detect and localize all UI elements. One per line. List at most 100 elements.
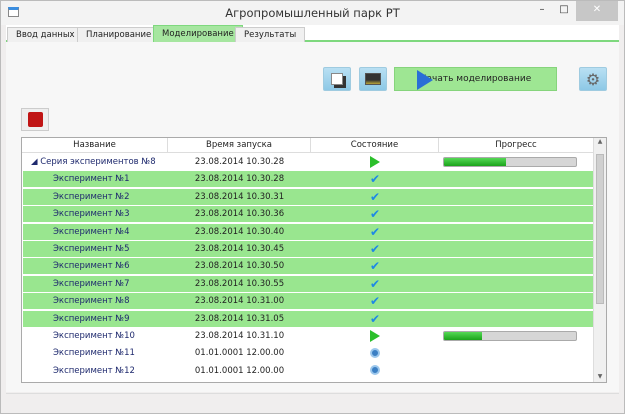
cell-progress xyxy=(443,224,579,240)
check-icon: ✔ xyxy=(369,276,381,291)
settings-button[interactable]: ⚙ xyxy=(579,67,607,91)
close-button[interactable]: ✕ xyxy=(576,1,618,21)
cell-name: Эксперимент №10 xyxy=(53,331,135,341)
check-icon: ✔ xyxy=(369,311,381,326)
cell-name: Эксперимент №3 xyxy=(53,209,130,220)
scroll-down-icon[interactable]: ▼ xyxy=(594,373,606,380)
chart-monitor-icon xyxy=(365,73,381,85)
start-modeling-label: Начать моделирование xyxy=(419,74,532,84)
clock-icon xyxy=(370,347,380,358)
table-row[interactable]: Эксперимент №12 01.01.0001 12.00.00 xyxy=(23,363,593,379)
cell-progress xyxy=(443,154,579,170)
cell-start-time: 23.08.2014 10.30.36 xyxy=(194,209,285,220)
cell-start-time: 23.08.2014 10.30.31 xyxy=(194,191,285,202)
column-start-time[interactable]: Время запуска xyxy=(168,138,311,153)
table-row[interactable]: Эксперимент №3 23.08.2014 10.30.36 ✔ xyxy=(23,206,593,223)
cell-start-time: 01.01.0001 12.00.00 xyxy=(194,348,285,359)
cell-name: Эксперимент №8 xyxy=(53,296,130,307)
cell-state: ✔ xyxy=(311,171,439,187)
stop-icon xyxy=(27,112,43,127)
cell-start-time: 23.08.2014 10.30.40 xyxy=(194,226,285,237)
cell-progress xyxy=(443,258,579,274)
cell-progress xyxy=(443,171,579,187)
minimize-button[interactable]: – xyxy=(532,1,552,21)
stop-button[interactable] xyxy=(21,108,49,131)
cell-progress xyxy=(443,276,579,292)
vertical-scrollbar[interactable]: ▲ ▼ xyxy=(593,138,606,382)
cell-name: Эксперимент №4 xyxy=(53,226,130,237)
progress-bar xyxy=(443,157,577,167)
maximize-button[interactable]: □ xyxy=(554,1,574,21)
table-row[interactable]: Эксперимент №4 23.08.2014 10.30.40 ✔ xyxy=(23,223,593,240)
cell-state xyxy=(311,363,439,379)
cell-state: ✔ xyxy=(311,293,439,309)
column-name[interactable]: Название xyxy=(22,138,168,153)
series-row[interactable]: ◢ Серия экспериментов №8 23.08.2014 10.3… xyxy=(23,154,593,170)
cell-progress xyxy=(443,206,579,222)
cell-progress xyxy=(443,363,579,379)
cell-name: Эксперимент №2 xyxy=(53,191,130,202)
cell-state: ✔ xyxy=(311,276,439,292)
scroll-up-icon[interactable]: ▲ xyxy=(594,138,606,145)
table-row[interactable]: Эксперимент №6 23.08.2014 10.30.50 ✔ xyxy=(23,258,593,275)
experiment-settings-button[interactable] xyxy=(323,67,351,91)
table-row[interactable]: Эксперимент №13 01.01.0001 12.00.00 xyxy=(23,380,593,382)
check-icon: ✔ xyxy=(369,224,381,239)
cell-name: Эксперимент №11 xyxy=(53,348,135,359)
tab-results[interactable]: Результаты xyxy=(235,27,306,42)
status-bar xyxy=(6,393,619,409)
cell-name: Эксперимент №5 xyxy=(53,244,130,254)
gear-icon: ⚙ xyxy=(585,69,601,89)
table-row[interactable]: Эксперимент №1 23.08.2014 10.30.28 ✔ xyxy=(23,171,593,188)
cell-start-time: 23.08.2014 10.30.28 xyxy=(194,157,285,167)
check-icon: ✔ xyxy=(369,259,381,274)
table-row[interactable]: Эксперимент №9 23.08.2014 10.31.05 ✔ xyxy=(23,310,593,327)
check-icon: ✔ xyxy=(369,207,381,222)
clock-icon xyxy=(370,365,380,376)
cell-name: Эксперимент №7 xyxy=(53,278,130,289)
table-row[interactable]: Эксперимент №10 23.08.2014 10.31.10 xyxy=(23,328,593,344)
cell-state: ✔ xyxy=(311,311,439,327)
cell-start-time: 01.01.0001 12.00.00 xyxy=(168,380,311,382)
cell-progress xyxy=(443,380,579,382)
cell-state: ✔ xyxy=(311,206,439,222)
cell-state xyxy=(311,328,439,344)
check-icon: ✔ xyxy=(369,242,381,256)
cell-name: Эксперимент №9 xyxy=(53,313,130,324)
cell-progress xyxy=(443,345,579,361)
cell-name: Эксперимент №1 xyxy=(53,174,130,185)
title-bar: Агропромышленный парк РТ – □ ✕ xyxy=(1,1,624,25)
cell-state: ✔ xyxy=(311,241,439,257)
cell-start-time: 23.08.2014 10.31.00 xyxy=(194,296,285,307)
scrollbar-thumb[interactable] xyxy=(596,154,604,304)
table-row[interactable]: Эксперимент №5 23.08.2014 10.30.45 ✔ xyxy=(23,241,593,257)
table-row[interactable]: Эксперимент №7 23.08.2014 10.30.55 ✔ xyxy=(23,275,593,292)
column-progress[interactable]: Прогресс xyxy=(439,138,594,153)
cell-start-time: 01.01.0001 12.00.00 xyxy=(194,365,285,376)
cell-progress xyxy=(443,189,579,205)
running-play-icon xyxy=(370,155,380,168)
table-row[interactable]: Эксперимент №2 23.08.2014 10.30.31 ✔ xyxy=(23,188,593,205)
window-title: Агропромышленный парк РТ xyxy=(225,6,400,20)
table-row[interactable]: Эксперимент №11 01.01.0001 12.00.00 xyxy=(23,345,593,361)
table-header: Название Время запуска Состояние Прогрес… xyxy=(22,138,594,153)
app-window: Агропромышленный парк РТ – □ ✕ Ввод данн… xyxy=(0,0,625,414)
cell-start-time: 23.08.2014 10.30.55 xyxy=(194,278,285,289)
tab-modeling[interactable]: Моделирование xyxy=(153,25,243,42)
progress-bar xyxy=(443,331,577,341)
cell-state xyxy=(311,154,439,170)
tab-data-input[interactable]: Ввод данных xyxy=(7,27,84,42)
start-modeling-button[interactable]: Начать моделирование xyxy=(394,67,557,91)
cell-progress xyxy=(443,241,579,257)
experiments-table: Название Время запуска Состояние Прогрес… xyxy=(21,137,607,383)
play-icon xyxy=(417,70,433,90)
table-row[interactable]: Эксперимент №8 23.08.2014 10.31.00 ✔ xyxy=(23,293,593,310)
chart-view-button[interactable] xyxy=(359,67,387,91)
check-icon: ✔ xyxy=(369,189,381,204)
cell-name: ◢ Серия экспериментов №8 xyxy=(31,157,156,167)
column-state[interactable]: Состояние xyxy=(311,138,439,153)
tab-planning[interactable]: Планирование xyxy=(77,27,161,42)
app-icon xyxy=(8,7,19,17)
cell-name: Эксперимент №6 xyxy=(53,261,130,272)
cell-start-time: 23.08.2014 10.30.28 xyxy=(194,174,285,185)
